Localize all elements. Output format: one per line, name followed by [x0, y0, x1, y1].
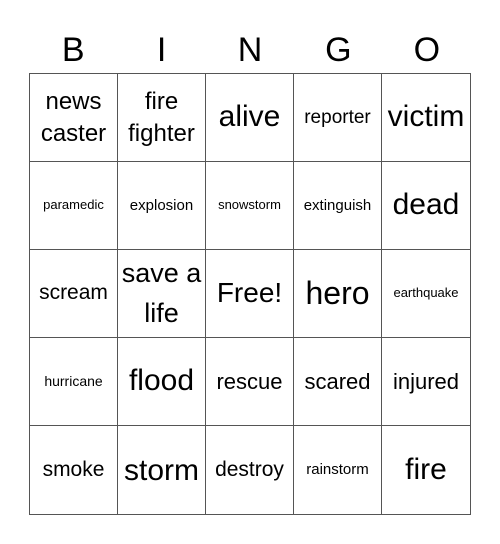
bingo-cell[interactable]: smoke	[30, 426, 118, 514]
bingo-cell[interactable]: rescue	[206, 338, 294, 426]
bingo-cell[interactable]: reporter	[294, 74, 382, 162]
bingo-cell-text: storm	[124, 453, 199, 487]
bingo-cell[interactable]: hero	[294, 250, 382, 338]
bingo-cell[interactable]: flood	[118, 338, 206, 426]
bingo-cell[interactable]: fire	[382, 426, 470, 514]
bingo-cell[interactable]: earthquake	[382, 250, 470, 338]
bingo-cell-text: reporter	[304, 106, 371, 128]
bingo-cell[interactable]: extinguish	[294, 162, 382, 250]
bingo-cell-text: flood	[128, 364, 195, 398]
bingo-cell-text: news caster	[40, 88, 107, 147]
bingo-cell-text: Free!	[216, 277, 283, 309]
bingo-cell-text: alive	[218, 100, 281, 134]
bingo-cell-text: hurricane	[44, 373, 103, 390]
bingo-cell[interactable]: injured	[382, 338, 470, 426]
bingo-cell[interactable]: save a life	[118, 250, 206, 338]
bingo-cell-text: explosion	[129, 196, 194, 214]
bingo-cell-text: victim	[387, 100, 465, 134]
header-letter-n: N	[237, 31, 263, 69]
bingo-cell-text: scared	[304, 368, 371, 394]
bingo-cell[interactable]: explosion	[118, 162, 206, 250]
bingo-cell[interactable]: rainstorm	[294, 426, 382, 514]
bingo-cell-text: injured	[392, 368, 460, 394]
bingo-grid: news caster fire fighter alive reporter vict…	[29, 73, 471, 515]
bingo-cell[interactable]: news caster	[30, 74, 118, 162]
bingo-cell[interactable]: destroy	[206, 426, 294, 514]
bingo-cell[interactable]: fire fighter	[118, 74, 206, 162]
header-letter-g: G	[325, 31, 352, 69]
bingo-cell[interactable]: scream	[30, 250, 118, 338]
bingo-cell-text: extinguish	[303, 196, 372, 214]
bingo-cell-text: rainstorm	[306, 461, 369, 479]
bingo-cell[interactable]: snowstorm	[206, 162, 294, 250]
bingo-cell[interactable]: scared	[294, 338, 382, 426]
bingo-cell-text: paramedic	[43, 197, 104, 213]
bingo-cell[interactable]: storm	[118, 426, 206, 514]
bingo-cell-text: snowstorm	[218, 197, 281, 213]
bingo-cell-text: scream	[39, 281, 108, 305]
bingo-cell-text: smoke	[42, 457, 105, 481]
bingo-cell-text: save a life	[121, 258, 202, 328]
header-letter-i: I	[156, 31, 167, 69]
bingo-cell[interactable]: paramedic	[30, 162, 118, 250]
bingo-cell-text: fire	[405, 452, 447, 486]
bingo-cell-text: destroy	[215, 457, 284, 481]
bingo-cell-text: rescue	[216, 368, 283, 394]
bingo-cell[interactable]: dead	[382, 162, 470, 250]
bingo-free-space[interactable]: Free!	[206, 250, 294, 338]
header-letter-b: B	[61, 31, 85, 69]
bingo-header: B I N G O	[29, 28, 471, 72]
bingo-cell[interactable]: alive	[206, 74, 294, 162]
header-letter-o: O	[413, 31, 441, 69]
bingo-cell[interactable]: victim	[382, 74, 470, 162]
bingo-cell-text: hero	[305, 275, 370, 312]
bingo-cell-text: earthquake	[393, 285, 459, 301]
bingo-cell[interactable]: hurricane	[30, 338, 118, 426]
bingo-cell-text: fire fighter	[128, 88, 195, 147]
bingo-cell-text: dead	[392, 188, 460, 222]
